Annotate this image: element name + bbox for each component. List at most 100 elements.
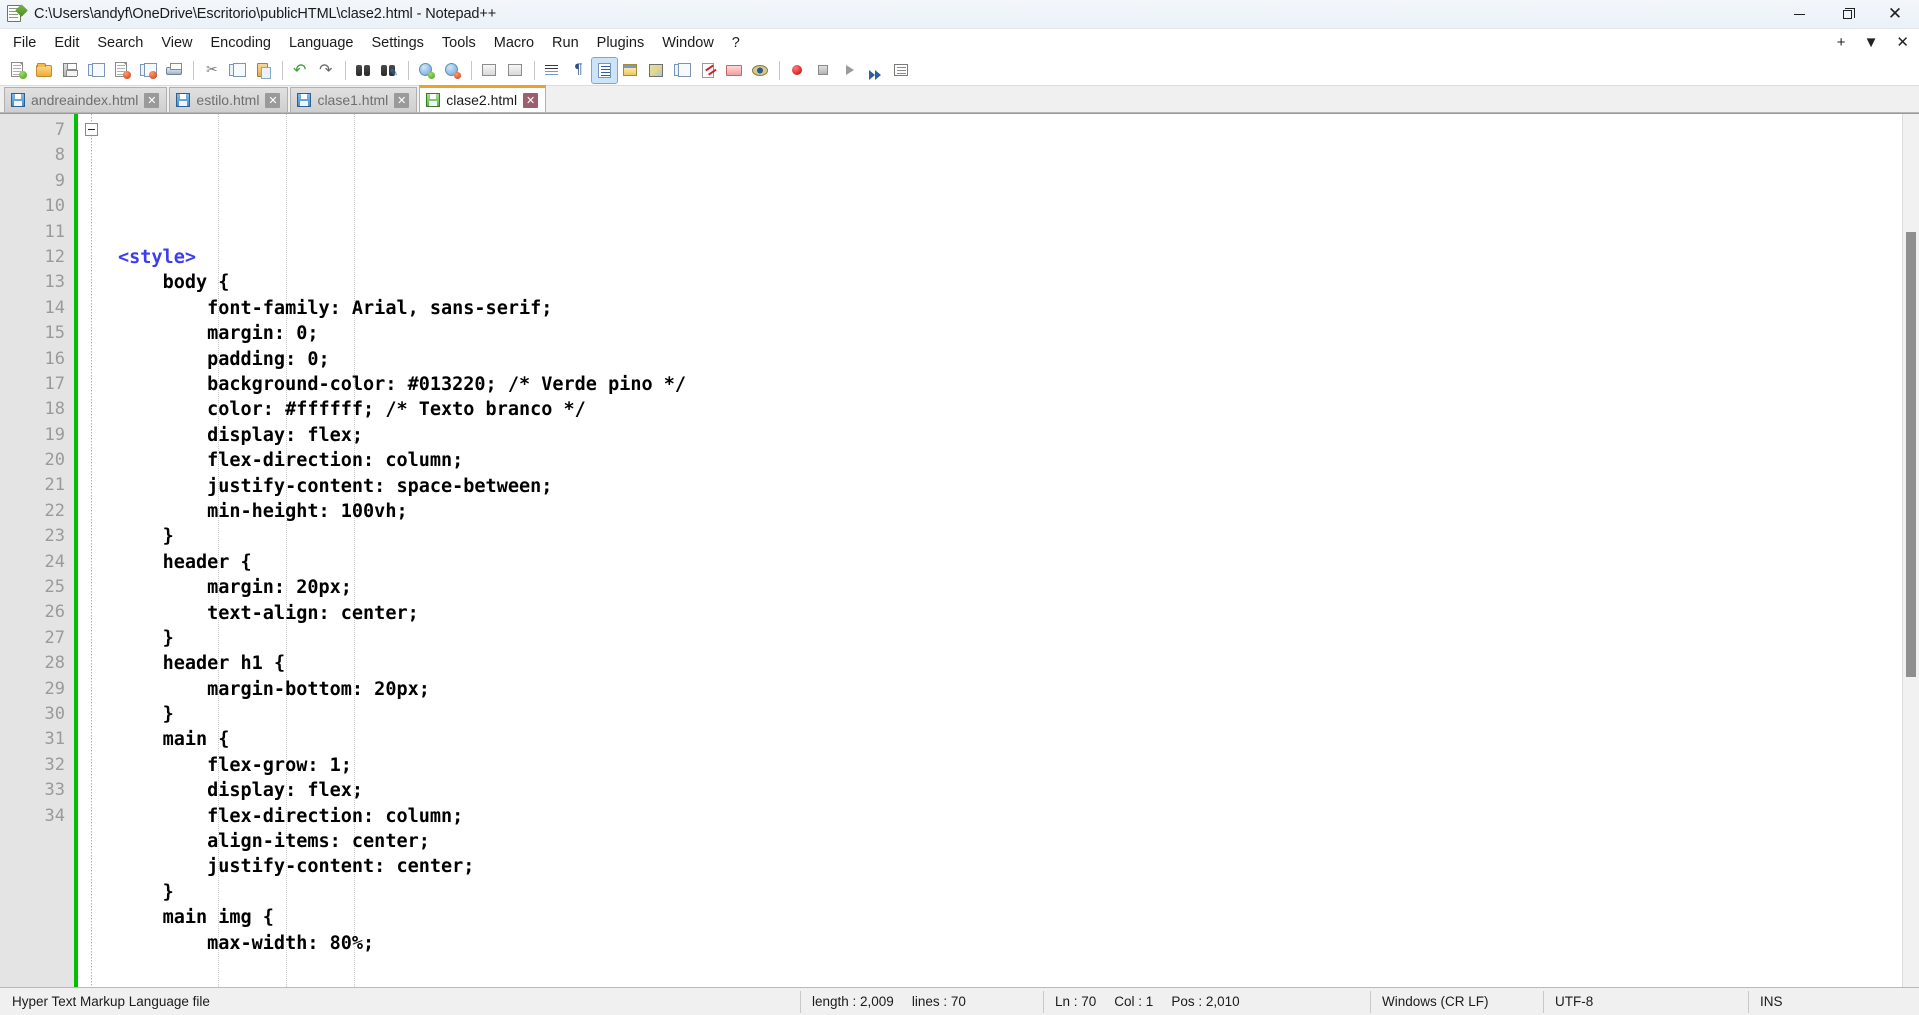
show-indent-guide-button[interactable] <box>591 57 618 84</box>
code-line[interactable]: margin: 20px; <box>118 575 1919 600</box>
fold-margin[interactable] <box>78 114 106 987</box>
menu-help[interactable]: ? <box>723 32 749 54</box>
tab-clase1[interactable]: clase1.html ✕ <box>290 87 418 112</box>
code-line[interactable]: } <box>118 702 1919 727</box>
line-number: 17 <box>44 373 65 394</box>
play-macro-button[interactable] <box>837 58 862 83</box>
editor-area[interactable]: 7 8 9 10 11 12 13 14 15 16 17 18 19 20 21 22 23 24 25 26 27 2… <box>0 113 1919 987</box>
function-list-button[interactable] <box>670 58 695 83</box>
code-line[interactable]: align-items: center; <box>118 829 1919 854</box>
paste-button[interactable] <box>251 58 276 83</box>
menu-encoding[interactable]: Encoding <box>202 32 280 54</box>
code-line[interactable]: justify-content: center; <box>118 854 1919 879</box>
tab-close-button[interactable]: ✕ <box>394 92 410 108</box>
code-line[interactable]: padding: 0; <box>118 347 1919 372</box>
cut-button[interactable]: ✂ <box>199 58 224 83</box>
code-line[interactable]: max-width: 80%; <box>118 931 1919 956</box>
document-list-button[interactable] <box>696 58 721 83</box>
menu-edit[interactable]: Edit <box>45 32 88 54</box>
code-line[interactable]: main { <box>118 727 1919 752</box>
status-insert-mode: INS <box>1748 988 1919 1015</box>
fold-collapse-box[interactable] <box>85 123 98 136</box>
record-macro-button[interactable] <box>785 58 810 83</box>
code-line[interactable]: } <box>118 626 1919 651</box>
close-file-button[interactable] <box>110 58 135 83</box>
code-line[interactable]: header h1 { <box>118 651 1919 676</box>
code-line[interactable]: } <box>118 880 1919 905</box>
menu-run[interactable]: Run <box>543 32 588 54</box>
new-tab-plus-icon[interactable]: + <box>1837 35 1846 50</box>
code-line[interactable]: text-align: center; <box>118 601 1919 626</box>
folder-as-workspace-button[interactable] <box>722 58 747 83</box>
code-line[interactable]: <style> <box>118 245 1919 270</box>
tab-estilo[interactable]: estilo.html ✕ <box>169 87 289 112</box>
menu-language[interactable]: Language <box>280 32 363 54</box>
show-all-characters-button[interactable]: ¶ <box>566 58 591 83</box>
open-file-button[interactable] <box>32 58 57 83</box>
code-line[interactable]: min-height: 100vh; <box>118 499 1919 524</box>
code-token: body { <box>162 272 230 294</box>
print-button[interactable] <box>162 58 187 83</box>
undo-button[interactable]: ↶ <box>288 58 313 83</box>
code-line[interactable]: color: #ffffff; /* Texto branco */ <box>118 397 1919 422</box>
menu-macro[interactable]: Macro <box>485 32 543 54</box>
code-line[interactable]: display: flex; <box>118 423 1919 448</box>
tab-andreaindex[interactable]: andreaindex.html ✕ <box>4 87 168 112</box>
chevron-down-icon[interactable]: ▼ <box>1864 35 1879 50</box>
replace-button[interactable]: ✎ <box>377 58 402 83</box>
code-line[interactable]: header { <box>118 550 1919 575</box>
tab-close-button[interactable]: ✕ <box>265 92 281 108</box>
menu-plugins[interactable]: Plugins <box>588 32 654 54</box>
code-line[interactable]: main img { <box>118 905 1919 930</box>
sync-vertical-scroll-button[interactable] <box>477 58 502 83</box>
code-token: } <box>162 881 174 903</box>
redo-button[interactable]: ↷ <box>314 58 339 83</box>
zoom-in-button[interactable] <box>414 58 439 83</box>
run-macro-multiple-button[interactable] <box>863 58 888 83</box>
zoom-out-button[interactable] <box>440 58 465 83</box>
close-all-files-button[interactable] <box>136 58 161 83</box>
tab-close-button[interactable]: ✕ <box>523 92 539 108</box>
code-line[interactable]: flex-grow: 1; <box>118 753 1919 778</box>
code-line[interactable]: flex-direction: column; <box>118 448 1919 473</box>
code-line[interactable]: body { <box>118 270 1919 295</box>
menu-window[interactable]: Window <box>653 32 723 54</box>
vertical-scrollbar-thumb[interactable] <box>1906 232 1916 677</box>
menu-settings[interactable]: Settings <box>362 32 432 54</box>
close-window-button[interactable]: ✕ <box>1871 0 1919 29</box>
menu-file[interactable]: File <box>4 32 45 54</box>
code-line[interactable]: flex-direction: column; <box>118 804 1919 829</box>
find-button[interactable] <box>351 58 376 83</box>
copy-button[interactable] <box>225 58 250 83</box>
tab-close-button[interactable]: ✕ <box>144 92 160 108</box>
user-defined-dialog-button[interactable] <box>618 58 643 83</box>
menu-search[interactable]: Search <box>88 32 152 54</box>
code-line[interactable]: margin: 0; <box>118 321 1919 346</box>
minimize-button[interactable] <box>1775 0 1823 29</box>
save-all-button[interactable] <box>84 58 109 83</box>
sync-horizontal-scroll-button[interactable] <box>503 58 528 83</box>
maximize-restore-button[interactable] <box>1823 0 1871 29</box>
code-line[interactable]: background-color: #013220; /* Verde pino… <box>118 372 1919 397</box>
tab-clase2[interactable]: clase2.html ✕ <box>419 85 547 112</box>
code-text[interactable]: <style> body { font-family: Arial, sans-… <box>106 114 1919 987</box>
menu-view[interactable]: View <box>152 32 201 54</box>
word-wrap-button[interactable] <box>540 58 565 83</box>
close-document-icon[interactable]: ✕ <box>1896 35 1909 50</box>
line-number: 21 <box>44 475 65 496</box>
run-button[interactable] <box>889 58 914 83</box>
code-line[interactable]: display: flex; <box>118 778 1919 803</box>
stop-recording-button[interactable] <box>811 58 836 83</box>
line-number: 16 <box>44 348 65 369</box>
monitoring-button[interactable] <box>748 58 773 83</box>
vertical-scrollbar[interactable] <box>1902 114 1919 987</box>
code-line[interactable]: justify-content: space-between; <box>118 474 1919 499</box>
line-number: 18 <box>44 399 65 420</box>
menu-tools[interactable]: Tools <box>433 32 485 54</box>
new-file-button[interactable] <box>6 58 31 83</box>
document-map-button[interactable] <box>644 58 669 83</box>
code-line[interactable]: font-family: Arial, sans-serif; <box>118 296 1919 321</box>
code-line[interactable]: margin-bottom: 20px; <box>118 677 1919 702</box>
code-line[interactable]: } <box>118 524 1919 549</box>
save-button[interactable] <box>58 58 83 83</box>
